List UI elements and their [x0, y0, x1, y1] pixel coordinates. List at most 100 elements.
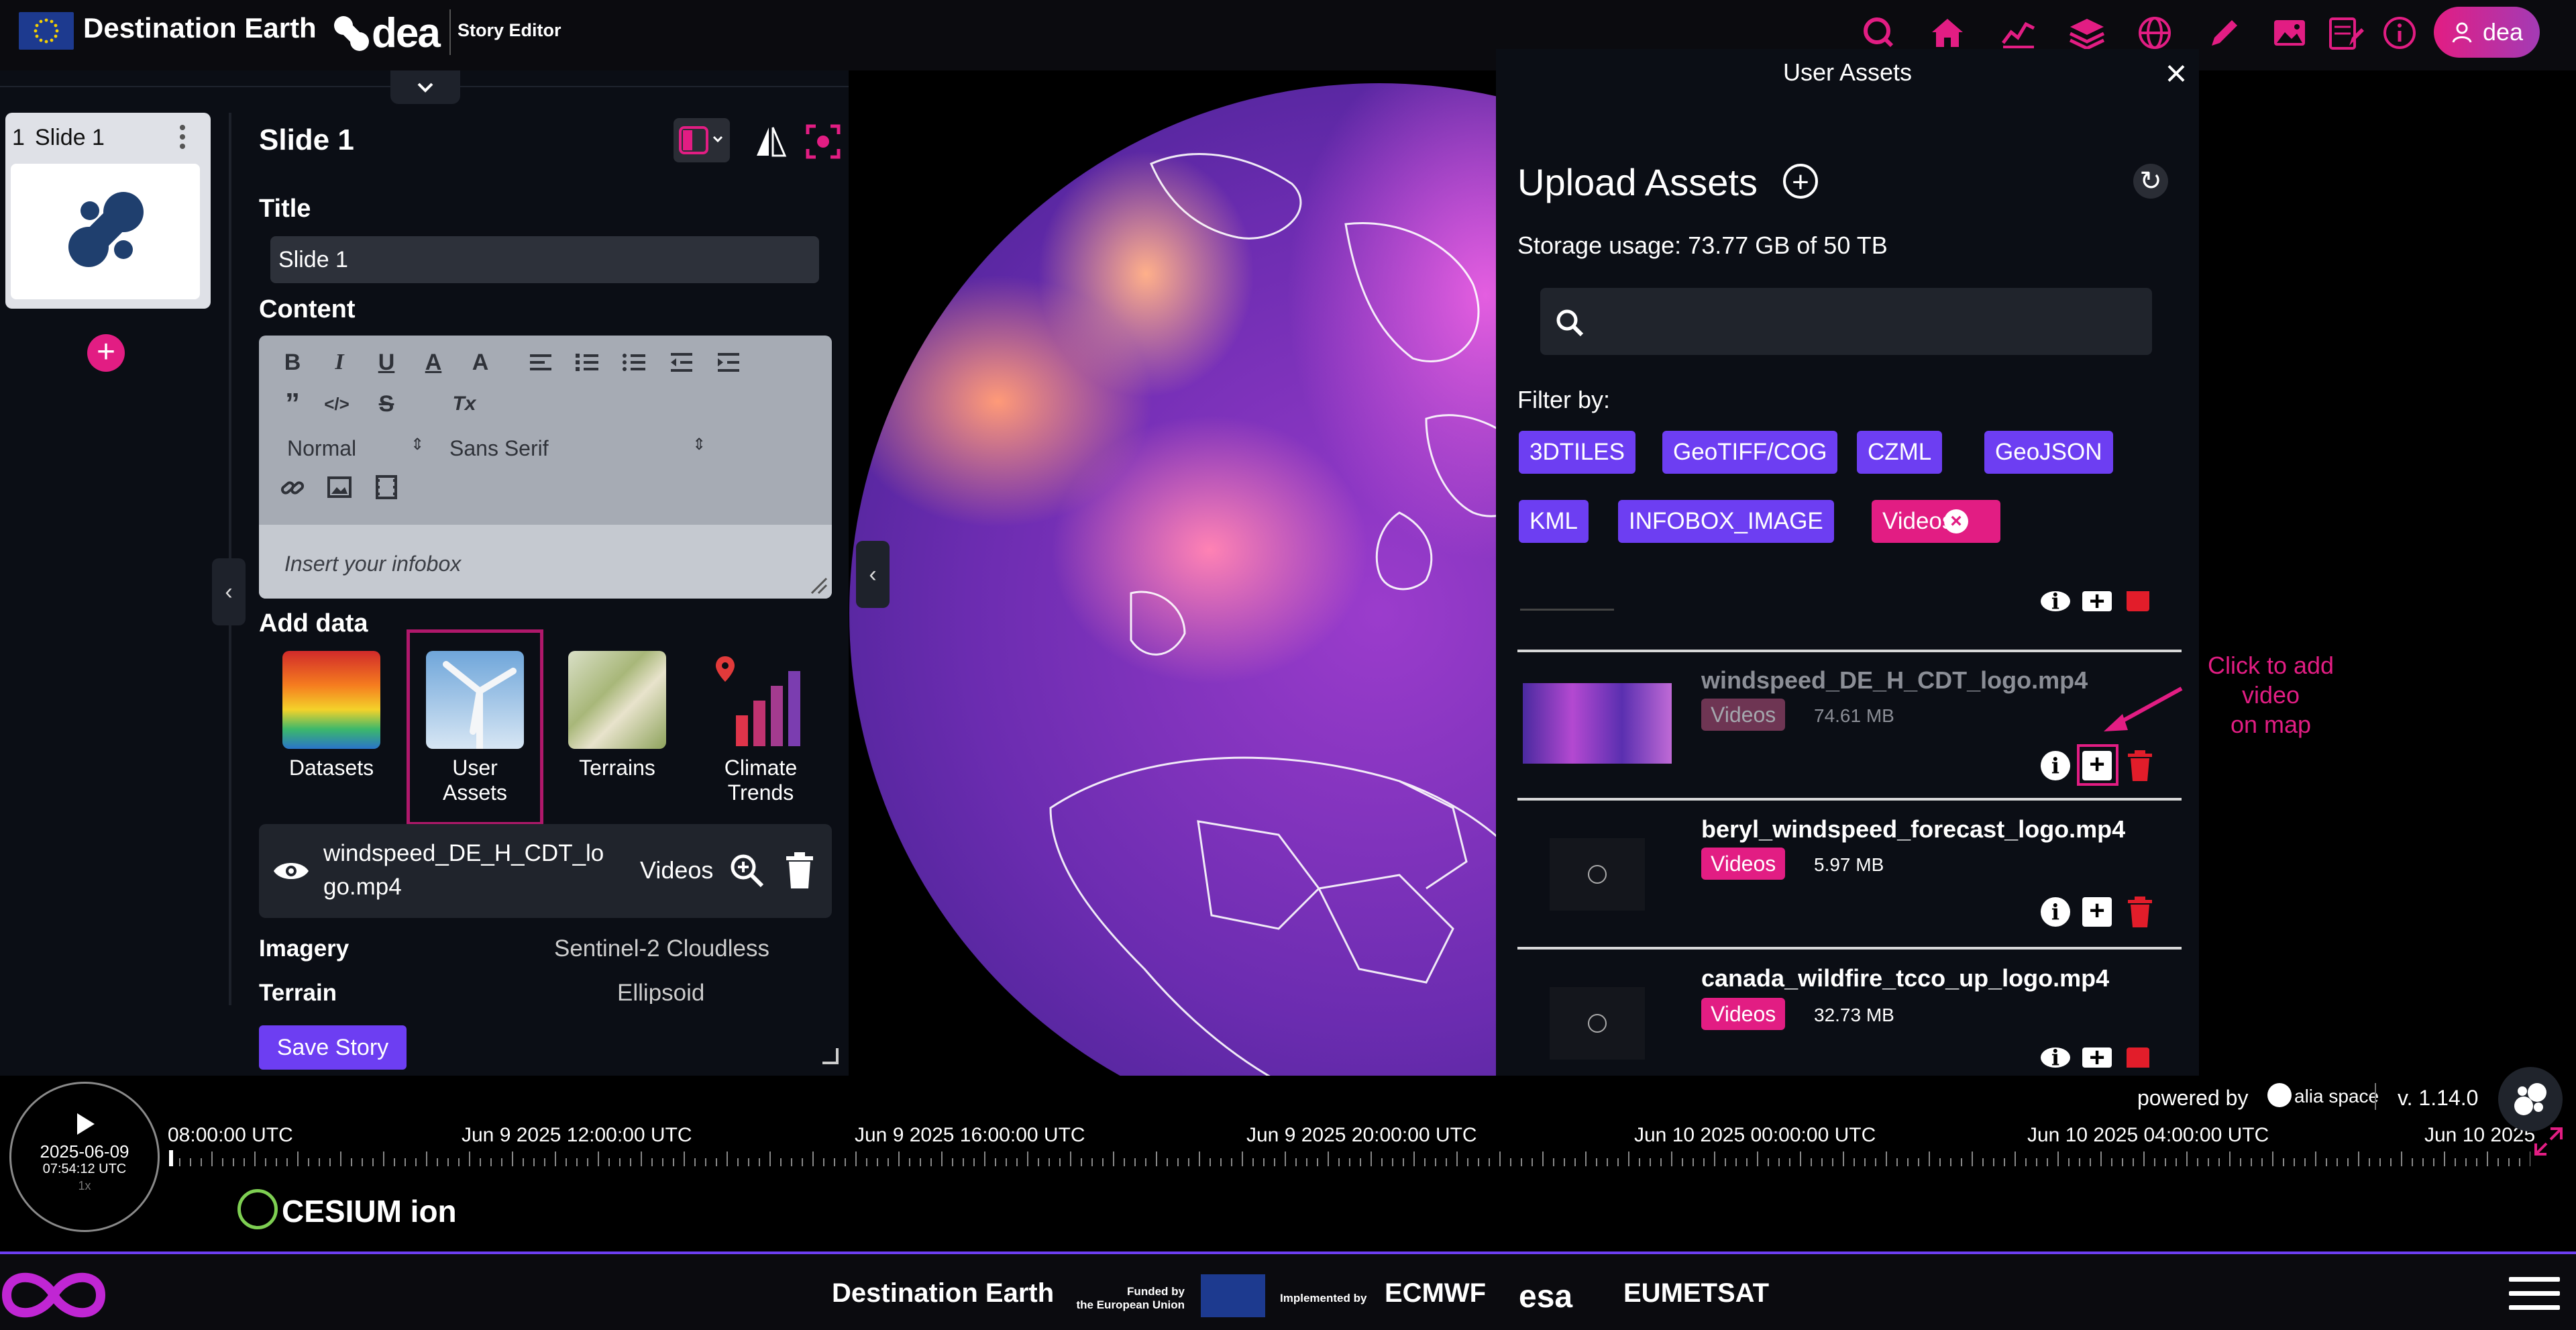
version-label: v. 1.14.0	[2398, 1086, 2479, 1110]
cesium-logo-icon	[237, 1189, 278, 1229]
clear-format-button[interactable]: Tx	[451, 391, 478, 417]
dea-menu-button[interactable]	[2498, 1067, 2563, 1131]
ordered-list-icon[interactable]	[574, 349, 601, 376]
scrolled-thumb-edge	[1520, 609, 1614, 611]
slide-number: 1	[12, 125, 25, 150]
filter-chip-infobox-image[interactable]: INFOBOX_IMAGE	[1618, 500, 1834, 543]
add-to-map-icon[interactable]: +	[2082, 588, 2112, 615]
add-slide-button[interactable]: +	[87, 334, 125, 372]
info-icon[interactable]	[2380, 13, 2419, 52]
italic-button[interactable]: I	[326, 349, 353, 376]
info-icon[interactable]: i	[2041, 897, 2070, 927]
collapse-editor-button[interactable]: ‹	[856, 541, 890, 608]
user-name: dea	[2482, 18, 2524, 46]
filter-chip-geotiff[interactable]: GeoTIFF/COG	[1662, 431, 1838, 474]
delete-icon[interactable]	[2127, 591, 2149, 611]
slide-menu-icon[interactable]	[176, 122, 189, 152]
layout-select[interactable]	[674, 118, 730, 162]
info-icon[interactable]: i	[2041, 1047, 2070, 1068]
upload-add-icon[interactable]: +	[1783, 164, 1818, 199]
add-to-map-icon[interactable]: +	[2082, 1044, 2112, 1071]
info-icon[interactable]: i	[2041, 751, 2070, 780]
user-icon	[2452, 22, 2472, 43]
delete-icon[interactable]	[2127, 896, 2153, 928]
slide-thumbnail[interactable]: 1 Slide 1	[5, 113, 211, 309]
globe-icon[interactable]	[2135, 13, 2174, 52]
pencil-icon[interactable]	[2205, 13, 2244, 52]
clock-widget[interactable]: 2025-06-09 07:54:12 UTC 1x	[9, 1082, 160, 1232]
flip-layout-icon[interactable]	[753, 123, 789, 160]
home-icon[interactable]	[1928, 13, 1967, 52]
delete-icon[interactable]	[2127, 750, 2153, 782]
fullscreen-icon[interactable]	[2533, 1126, 2564, 1157]
close-icon[interactable]: ×	[2160, 54, 2192, 92]
asset-type-badge: Videos	[1701, 998, 1786, 1030]
footer-title: Destination Earth	[832, 1278, 1055, 1308]
refresh-icon[interactable]: ↻	[2133, 164, 2168, 199]
focus-view-icon[interactable]	[805, 123, 841, 160]
filter-chip-kml[interactable]: KML	[1519, 500, 1589, 543]
infobox-editor[interactable]: Insert your infobox	[259, 525, 832, 599]
delete-icon[interactable]	[2127, 1047, 2149, 1068]
delete-icon[interactable]	[785, 852, 814, 890]
insert-image-icon[interactable]	[326, 474, 353, 501]
filter-chip-videos[interactable]: Videos ×	[1872, 500, 2001, 543]
story-icon[interactable]	[2325, 13, 2364, 52]
add-terrains-button[interactable]: Terrains	[550, 651, 684, 780]
chart-icon[interactable]	[1999, 13, 2038, 52]
filter-chip-geojson[interactable]: GeoJSON	[1984, 431, 2113, 474]
cesium-brand[interactable]: CESIUM ion	[282, 1193, 457, 1229]
user-menu-button[interactable]: dea	[2434, 7, 2540, 58]
indent-icon[interactable]	[715, 349, 742, 376]
video-thumbnail	[1523, 683, 1672, 764]
collapse-header-button[interactable]	[390, 70, 460, 104]
collapse-slides-button[interactable]: ‹	[212, 558, 246, 625]
layers-icon[interactable]	[2068, 13, 2106, 52]
hamburger-menu-icon[interactable]	[2509, 1277, 2560, 1312]
layout-icon	[679, 126, 723, 154]
font-size-select[interactable]: Normal	[287, 436, 356, 461]
timeline-label: Jun 9 2025 16:00:00 UTC	[855, 1124, 1085, 1146]
title-input[interactable]: Slide 1	[270, 236, 819, 283]
timeline-label: Jun 9 2025 20:00:00 UTC	[1246, 1124, 1477, 1146]
play-icon[interactable]	[72, 1111, 99, 1137]
code-button[interactable]: </>	[323, 391, 350, 417]
asset-name: windspeed_DE_H_CDT_logo.mp4	[1701, 666, 2088, 694]
remove-filter-icon[interactable]: ×	[1944, 509, 1968, 533]
add-to-map-icon[interactable]: +	[2082, 751, 2112, 780]
funded-line-2: the European Union	[1076, 1298, 1185, 1311]
search-icon[interactable]	[1860, 13, 1898, 52]
timeline-ruler[interactable]	[169, 1149, 2530, 1166]
terrain-value[interactable]: Ellipsoid	[617, 980, 704, 1004]
panel-resize-icon[interactable]	[820, 1045, 840, 1066]
save-story-button[interactable]: Save Story	[259, 1025, 407, 1070]
resize-handle-icon[interactable]	[809, 576, 828, 595]
filter-chip-3dtiles[interactable]: 3DTILES	[1519, 431, 1635, 474]
insert-video-icon[interactable]	[373, 474, 400, 501]
font-family-select[interactable]: Sans Serif	[449, 436, 549, 461]
add-climate-trends-button[interactable]: Climate Trends	[694, 651, 828, 805]
filter-chip-videos-label: Videos	[1882, 508, 1954, 534]
highlight-button[interactable]: A	[467, 349, 494, 376]
image-icon[interactable]	[2270, 13, 2309, 52]
eye-icon[interactable]	[272, 856, 310, 886]
strike-button[interactable]: S	[373, 391, 400, 417]
bold-button[interactable]: B	[279, 349, 306, 376]
text-color-button[interactable]: A	[420, 349, 447, 376]
quote-button[interactable]: ”	[279, 389, 306, 419]
zoom-to-icon[interactable]	[729, 852, 766, 890]
info-icon[interactable]: i	[2041, 591, 2070, 612]
imagery-value[interactable]: Sentinel-2 Cloudless	[554, 935, 769, 962]
outdent-icon[interactable]	[668, 349, 695, 376]
asset-search-input[interactable]	[1540, 288, 2152, 355]
link-icon[interactable]	[279, 474, 306, 501]
powered-brand: alia space	[2294, 1086, 2379, 1107]
filter-chip-czml[interactable]: CZML	[1857, 431, 1943, 474]
add-datasets-button[interactable]: Datasets	[264, 651, 398, 780]
underline-button[interactable]: U	[373, 349, 400, 376]
align-left-icon[interactable]	[527, 349, 554, 376]
dea-logo-icon	[2514, 1083, 2546, 1115]
add-user-assets-button[interactable]: User Assets	[408, 651, 542, 805]
bullet-list-icon[interactable]	[621, 349, 648, 376]
add-to-map-icon[interactable]: +	[2082, 897, 2112, 927]
